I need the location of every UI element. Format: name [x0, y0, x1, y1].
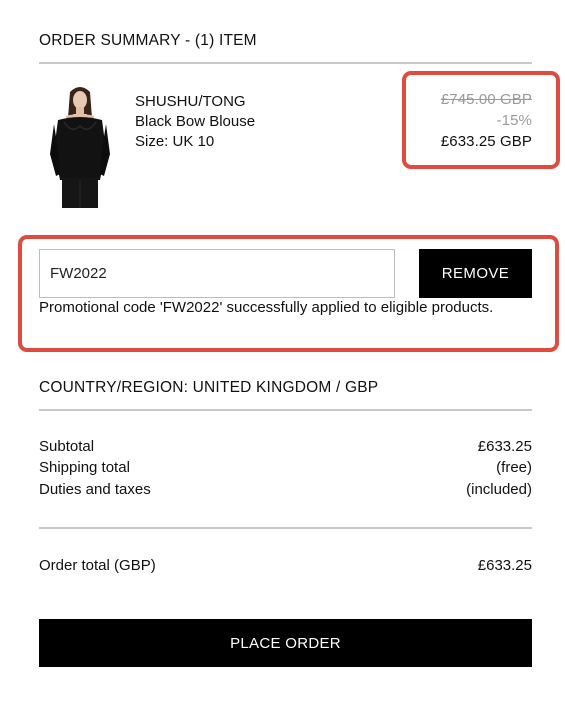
subtotal-value: £633.25	[477, 438, 532, 455]
order-summary-title: ORDER SUMMARY - (1) ITEM	[39, 32, 257, 49]
subtotal-label: Subtotal	[39, 438, 95, 455]
product-photo	[48, 84, 112, 208]
product-brand: SHUSHU/TONG	[135, 93, 246, 110]
order-total-value: £633.25	[477, 557, 532, 574]
shipping-row: Shipping total (free)	[39, 458, 532, 478]
shipping-label: Shipping total	[39, 459, 130, 476]
price-highlight-box	[402, 71, 560, 169]
product-name[interactable]: Black Bow Blouse	[135, 112, 255, 132]
original-price: £745.00 GBP	[440, 91, 532, 108]
subtotal-row: Subtotal £633.25	[39, 437, 532, 457]
divider	[39, 62, 532, 64]
product-image[interactable]	[48, 84, 112, 208]
discount-percent: -15%	[496, 112, 532, 129]
place-order-button[interactable]: PLACE ORDER	[39, 619, 532, 667]
divider	[39, 409, 532, 411]
product-info: SHUSHU/TONG Black Bow Blouse Size: UK 10	[135, 92, 255, 152]
remove-promo-button[interactable]: REMOVE	[419, 249, 532, 298]
country-region-label[interactable]: COUNTRY/REGION: UNITED KINGDOM / GBP	[39, 379, 378, 397]
order-total-row: Order total (GBP) £633.25	[39, 556, 532, 576]
duties-row: Duties and taxes (included)	[39, 480, 532, 500]
final-price: £633.25 GBP	[440, 133, 532, 150]
order-total-label: Order total (GBP)	[39, 557, 156, 574]
product-size: Size: UK 10	[135, 133, 215, 150]
shipping-value: (free)	[496, 459, 532, 476]
promo-code-input[interactable]	[39, 249, 395, 298]
duties-label: Duties and taxes	[39, 481, 151, 498]
duties-value: (included)	[466, 481, 532, 498]
promo-success-message: Promotional code 'FW2022' successfully a…	[39, 299, 494, 316]
divider	[39, 527, 532, 529]
